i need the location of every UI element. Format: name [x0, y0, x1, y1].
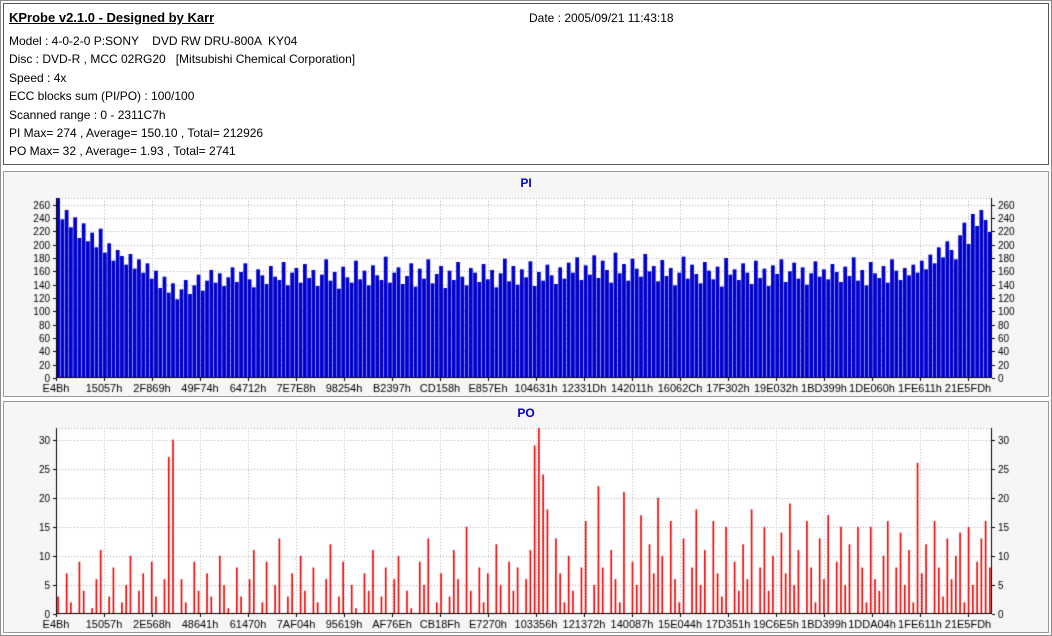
info-line-disc: Disc : DVD-R , MCC 02RG20 [Mitsubishi Ch… [9, 52, 356, 67]
scan-date: Date : 2005/09/21 11:43:18 [529, 11, 674, 25]
kprobe-window: KProbe v2.1.0 - Designed by Karr Date : … [0, 0, 1052, 636]
info-line-speed: Speed : 4x [9, 70, 67, 85]
pi-chart-canvas [4, 192, 1048, 396]
po-chart-canvas [4, 422, 1048, 632]
info-line-ecc: ECC blocks sum (PI/PO) : 100/100 [9, 89, 195, 104]
header-panel: KProbe v2.1.0 - Designed by Karr Date : … [3, 3, 1049, 165]
app-title: KProbe v2.1.0 - Designed by Karr [9, 10, 215, 25]
po-chart-panel: PO [3, 401, 1049, 633]
info-line-model: Model : 4-0-2-0 P:SONY DVD RW DRU-800A K… [9, 34, 298, 48]
title-row: KProbe v2.1.0 - Designed by Karr Date : … [4, 4, 1048, 32]
po-chart-title: PO [517, 406, 535, 420]
info-line-pi-stats: PI Max= 274 , Average= 150.10 , Total= 2… [9, 126, 264, 141]
scan-info-list: Model : 4-0-2-0 P:SONY DVD RW DRU-800A K… [4, 32, 1048, 161]
info-line-range: Scanned range : 0 - 2311C7h [9, 107, 166, 122]
pi-chart-title: PI [520, 176, 532, 190]
info-line-po-stats: PO Max= 32 , Average= 1.93 , Total= 2741 [9, 144, 236, 159]
pi-chart-panel: PI [3, 171, 1049, 397]
